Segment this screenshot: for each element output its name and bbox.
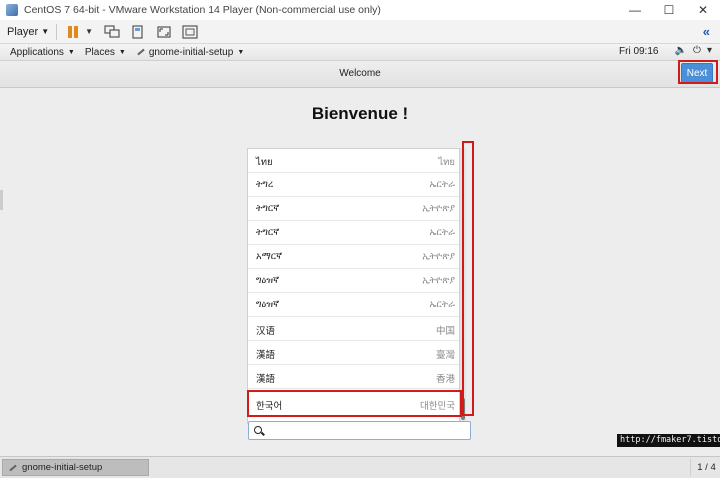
language-region: 臺灣 — [435, 350, 455, 361]
language-region: 中国 — [435, 326, 455, 337]
language-region: ኢትዮጵያ — [422, 251, 455, 262]
list-item[interactable]: 漢語 臺灣 — [248, 341, 459, 365]
list-item[interactable]: ไทย ไทย — [248, 149, 459, 173]
korean-row-highlight — [247, 390, 462, 417]
power-icon: ⏻ — [693, 45, 701, 56]
window-controls: — ☐ ✕ — [618, 0, 720, 20]
chevron-down-icon[interactable]: ▼ — [85, 27, 93, 36]
language-region: ኢትዮጵያ — [422, 275, 455, 286]
minimize-button[interactable]: — — [618, 0, 652, 20]
language-list[interactable]: ไทย ไทย ትግረ ኤርትራ ትግርኛ ኢትዮጵያ ትግርኛ ኤርትራ አማ… — [247, 148, 460, 424]
workspace-indicator[interactable]: 1 / 4 — [690, 459, 716, 476]
window-title: CentOS 7 64-bit - VMware Workstation 14 … — [24, 4, 381, 16]
taskbar-window-button[interactable]: gnome-initial-setup — [2, 459, 149, 476]
language-name: ትግርኛ — [256, 203, 280, 214]
toolbar-divider — [56, 23, 58, 40]
vmware-toolbar: Player ▼ ▼ « — [0, 20, 720, 44]
list-item[interactable]: ትግርኛ ኤርትራ — [248, 221, 459, 245]
wrench-icon — [8, 463, 18, 473]
setup-main-area: Bienvenue ! ไทย ไทย ትግረ ኤርትራ ትግርኛ ኢትዮጵያ … — [0, 88, 720, 456]
clock[interactable]: Fri 09:16 — [619, 46, 658, 57]
language-search-box[interactable] — [248, 421, 471, 440]
language-name: 漢語 — [256, 350, 276, 361]
chevron-down-icon: ▼ — [41, 27, 50, 36]
search-icon — [254, 426, 262, 434]
language-name: ግዕዝኛ — [256, 275, 280, 286]
maximize-button[interactable]: ☐ — [652, 0, 686, 20]
list-item[interactable]: 汉语 中国 — [248, 317, 459, 341]
taskbar-window-label: gnome-initial-setup — [22, 462, 103, 473]
language-name: ግዕዝኛ — [256, 299, 280, 310]
language-region: ኤርትራ — [429, 179, 455, 190]
language-name: አማርኛ — [256, 251, 283, 262]
language-name: ไทย — [256, 157, 273, 168]
send-ctrl-alt-del-icon[interactable] — [103, 24, 121, 40]
list-item[interactable]: ግዕዝኛ ኤርትራ — [248, 293, 459, 317]
places-menu[interactable]: Places ▼ — [85, 47, 126, 58]
pause-icon[interactable] — [64, 24, 82, 40]
chevron-down-icon: ▼ — [118, 48, 126, 56]
next-button-highlight — [678, 60, 718, 84]
setup-header-bar: Welcome — [0, 61, 720, 88]
gnome-bottom-taskbar: gnome-initial-setup 1 / 4 — [0, 456, 720, 478]
applications-menu[interactable]: Applications ▼ — [10, 47, 75, 58]
page-title: Bienvenue ! — [311, 104, 409, 123]
chevron-down-icon: ▼ — [67, 48, 75, 56]
language-region: ไทย — [438, 157, 455, 168]
vmware-logo-icon — [6, 4, 18, 16]
unity-mode-icon[interactable] — [181, 24, 199, 40]
desktop-edge-strip — [0, 190, 3, 210]
chevron-down-icon: ▾ — [706, 45, 712, 56]
watermark-text: http://fmaker7.tistory.com — [617, 434, 720, 447]
vmware-title-bar: CentOS 7 64-bit - VMware Workstation 14 … — [0, 0, 720, 20]
list-item[interactable]: አማርኛ ኢትዮጵያ — [248, 245, 459, 269]
language-name: 汉语 — [256, 326, 276, 337]
unity-exit-icon[interactable]: « — [703, 24, 710, 39]
gnome-top-bar: Applications ▼ Places ▼ gnome-initial-se… — [0, 44, 720, 61]
player-menu-label: Player — [7, 25, 39, 38]
language-region: ኤርትራ — [429, 227, 455, 238]
list-item[interactable]: 漢語 香港 — [248, 365, 459, 389]
applications-menu-label: Applications — [10, 46, 64, 58]
language-name: 漢語 — [256, 374, 276, 385]
chevron-down-icon: ▼ — [237, 48, 245, 56]
places-menu-label: Places — [84, 46, 115, 58]
volume-icon: 🔈 — [674, 45, 688, 56]
app-menu-label: gnome-initial-setup — [148, 46, 234, 58]
language-region: ኢትዮጵያ — [422, 203, 455, 214]
language-region: 香港 — [435, 374, 455, 385]
header-title: Welcome — [339, 68, 381, 79]
list-item[interactable]: ትግረ ኤርትራ — [248, 173, 459, 197]
language-region: ኤርትራ — [429, 299, 455, 310]
language-name: ትግርኛ — [256, 227, 280, 238]
search-input[interactable] — [267, 424, 465, 438]
list-item[interactable]: ግዕዝኛ ኢትዮጵያ — [248, 269, 459, 293]
scrollbar-highlight — [462, 141, 474, 416]
system-status-area[interactable]: 🔈 ⏻ ▾ — [675, 45, 712, 56]
player-menu[interactable]: Player ▼ — [7, 26, 49, 38]
list-item[interactable]: ትግርኛ ኢትዮጵያ — [248, 197, 459, 221]
app-menu[interactable]: gnome-initial-setup ▼ — [136, 47, 244, 58]
close-button[interactable]: ✕ — [686, 0, 720, 20]
wrench-icon — [136, 47, 146, 57]
removable-devices-icon[interactable] — [129, 24, 147, 40]
language-name: ትግረ — [256, 179, 274, 190]
fullscreen-icon[interactable] — [155, 24, 173, 40]
